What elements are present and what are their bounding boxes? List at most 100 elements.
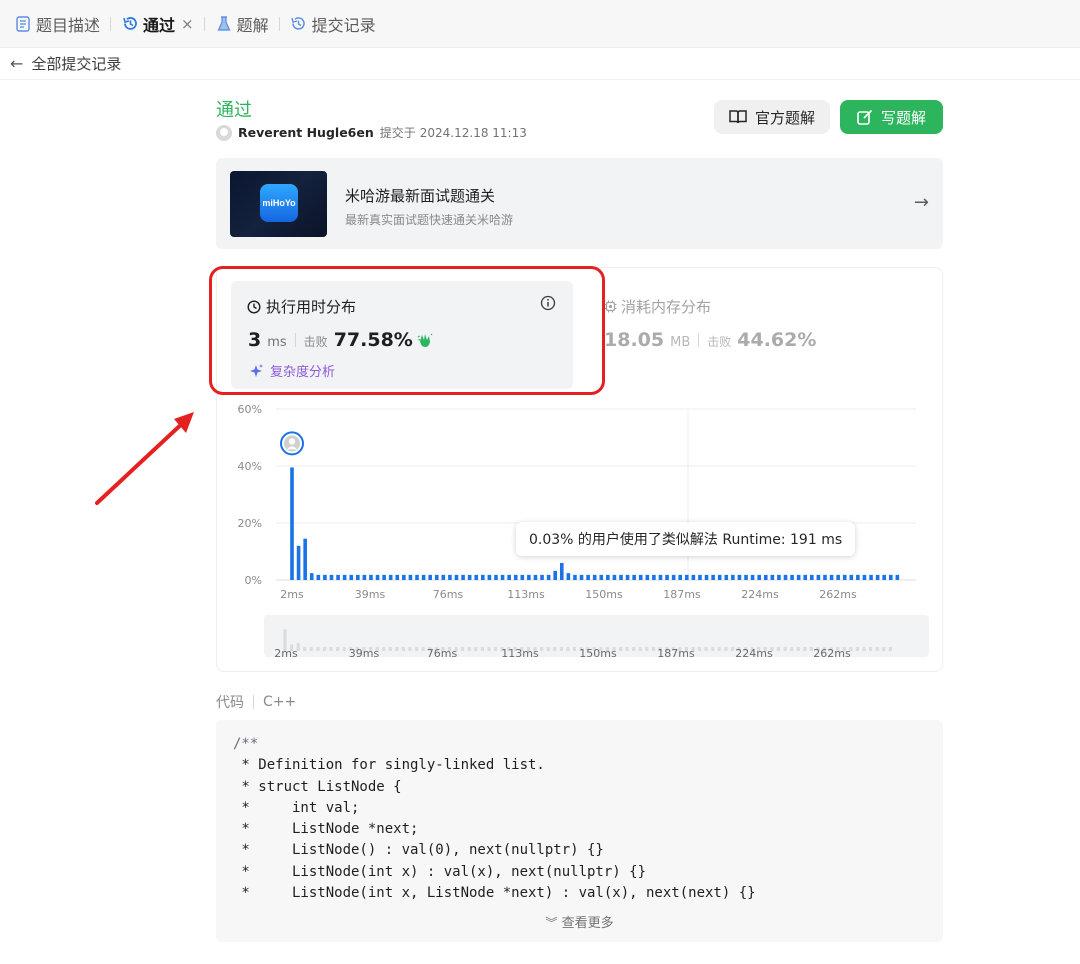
avatar[interactable]: [216, 124, 232, 141]
chart-bar: [494, 574, 498, 580]
overview-bar: [322, 647, 327, 651]
chart-bar: [685, 574, 689, 580]
chart-bar: [428, 574, 432, 580]
y-tick-label: 0%: [245, 574, 262, 587]
overview-bar: [783, 647, 787, 651]
chart-bar: [724, 574, 729, 580]
code-label: 代码: [216, 695, 244, 711]
chart-bar: [875, 574, 880, 580]
overview-bar: [395, 647, 399, 651]
chart-bar: [744, 574, 748, 580]
chart-bar: [434, 574, 439, 580]
chart-bar: [395, 574, 400, 580]
overview-tick-label: 39ms: [349, 647, 380, 660]
chart-bar: [290, 467, 294, 580]
memory-values: 18.05 MB 击败 44.62%: [604, 329, 816, 351]
y-tick-label: 60%: [238, 403, 262, 416]
annotation-arrow: [95, 412, 194, 505]
overview-bar: [632, 647, 636, 651]
overview-bar: [776, 647, 781, 651]
promo-title: 米哈游最新面试题通关: [345, 187, 496, 205]
overview-tick-label: 187ms: [657, 647, 695, 660]
tab-description[interactable]: 题目描述: [10, 0, 104, 48]
arrow-right-icon: →: [913, 192, 929, 213]
chart-bar: [678, 574, 683, 580]
divider: [698, 333, 700, 347]
back-link[interactable]: ← 全部提交记录: [0, 48, 1080, 80]
submitted-prefix: 提交于: [379, 126, 416, 140]
promo-banner[interactable]: miHoYo 米哈游最新面试题通关 最新真实面试题快速通关米哈游 →: [216, 158, 943, 249]
overview-bar: [415, 647, 419, 651]
chart-bar: [737, 574, 742, 580]
chart-bar: [671, 574, 676, 580]
tab-submissions[interactable]: 提交记录: [286, 0, 380, 48]
chart-bar: [757, 574, 761, 580]
chart-bar: [717, 574, 722, 580]
chart-bar: [842, 574, 847, 580]
author-name[interactable]: Reverent Hugle6en: [238, 125, 374, 140]
y-tick-label: 40%: [238, 460, 262, 473]
chart-bar: [606, 574, 610, 580]
chart-bar: [513, 574, 518, 580]
chart-bar: [316, 574, 321, 580]
overview-bar: [342, 647, 346, 651]
overview-bar: [625, 647, 629, 651]
show-more-button[interactable]: ︾ 查看更多: [216, 912, 943, 931]
overview-bar: [730, 647, 735, 651]
overview-tick-label: 113ms: [501, 647, 539, 660]
chart-bar: [573, 574, 577, 580]
chart-bar: [303, 538, 307, 580]
chart-bar: [592, 574, 597, 580]
code-line: * ListNode(int x) : val(x), next(nullptr…: [233, 863, 647, 880]
overview-tick-label: 150ms: [579, 647, 617, 660]
chart-bar: [566, 573, 571, 580]
chart-bar: [711, 574, 715, 580]
chart-bar: [329, 574, 334, 580]
overview-tick-label: 2ms: [274, 647, 298, 660]
chart-bar: [698, 574, 702, 580]
chart-bar: [415, 574, 419, 580]
promo-image: miHoYo: [230, 171, 327, 237]
x-tick-label: 187ms: [663, 588, 701, 601]
chart-bar: [559, 562, 564, 580]
overview-bar: [724, 647, 728, 651]
chart-bar: [408, 574, 413, 580]
chip-icon: [604, 300, 617, 313]
chart-bar: [750, 574, 755, 580]
overview-tick-label: 76ms: [427, 647, 458, 660]
overview-bar: [480, 647, 484, 651]
overview-bar: [336, 647, 340, 651]
chart-bar: [856, 574, 860, 580]
overview-bar: [461, 647, 465, 651]
tab-label: 题解: [236, 15, 269, 35]
overview-bar: [618, 647, 623, 651]
chart-tooltip: 0.03% 的用户使用了类似解法 Runtime: 191 ms: [516, 522, 856, 556]
chart-bar: [421, 574, 426, 580]
chart-bar: [691, 574, 696, 580]
history-icon: [121, 15, 139, 33]
close-icon[interactable]: ×: [181, 15, 194, 33]
chart-bar: [599, 574, 604, 580]
chart-bar: [500, 574, 505, 580]
tab-solutions[interactable]: 题解: [211, 0, 273, 48]
submitted-at: 2024.12.18 11:13: [419, 125, 527, 140]
x-tick-label: 150ms: [585, 588, 623, 601]
tab-label: 通过: [143, 15, 176, 35]
show-more-label: 查看更多: [561, 916, 614, 931]
memory-unit: MB: [670, 335, 691, 350]
y-tick-label: 20%: [238, 517, 262, 530]
chart-bar: [810, 574, 814, 580]
memory-tab[interactable]: 消耗内存分布: [604, 296, 711, 317]
write-solution-label: 写题解: [880, 108, 926, 127]
code-block[interactable]: /** * Definition for singly-linked list.…: [216, 720, 943, 942]
chart-bar: [895, 574, 900, 580]
write-solution-button[interactable]: 写题解: [840, 100, 943, 134]
tab-bar: 题目描述 通过 × 题解 提交记录: [0, 0, 1080, 48]
chart-bar: [625, 574, 630, 580]
avatar-head: [288, 438, 296, 445]
chart-bar: [441, 574, 446, 580]
history-icon: [290, 15, 308, 33]
official-solution-button[interactable]: 官方题解: [714, 100, 830, 134]
tab-accepted[interactable]: 通过 ×: [117, 0, 198, 48]
overview-bar: [401, 647, 406, 651]
